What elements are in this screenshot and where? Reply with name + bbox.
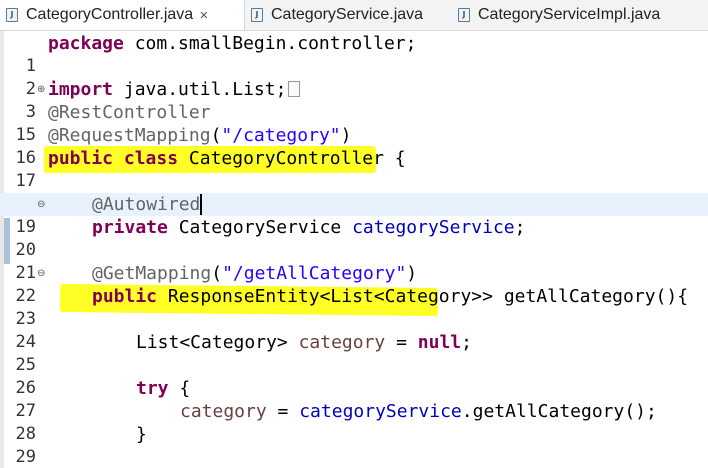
code-text: try { — [136, 377, 190, 400]
code-line[interactable]: 16 @RequestMapping("/category") — [0, 124, 708, 168]
editor-tab-bar: J CategoryController.java ✕ J CategorySe… — [0, 0, 708, 31]
minus-icon[interactable]: ⊖ — [37, 262, 47, 285]
code-text: @RestController — [48, 101, 211, 124]
code-text: @Autowired — [92, 193, 203, 216]
code-token: java.util.List; — [113, 79, 287, 100]
code-text: } — [136, 423, 147, 446]
code-line[interactable]: 24 — [0, 308, 708, 352]
code-token: ) — [340, 125, 352, 146]
local-variable: category — [180, 401, 267, 422]
code-token: ; — [461, 332, 472, 353]
code-token: } — [136, 424, 147, 445]
line-number: 29 — [15, 447, 36, 467]
code-line[interactable]: 23 public ResponseEntity<List<Category>>… — [0, 285, 708, 329]
keyword: package — [48, 33, 124, 54]
keyword: public — [92, 286, 158, 307]
code-token: ) — [406, 263, 418, 284]
field-name: categoryService — [352, 217, 515, 238]
string-literal: "/category" — [221, 125, 341, 146]
tab-label: CategoryController.java — [26, 6, 194, 23]
code-token: ( — [211, 263, 223, 284]
plus-icon[interactable]: ⊕ — [37, 78, 47, 101]
java-file-icon: J — [6, 8, 18, 22]
annotation: @RequestMapping — [48, 125, 211, 146]
keyword: public — [48, 148, 114, 169]
code-line[interactable]: 2 — [0, 55, 708, 99]
code-area[interactable]: 1 package com.smallBegin.controller; 2 3… — [0, 32, 708, 467]
code-text: private CategoryService categoryService; — [92, 216, 526, 239]
annotation: Autowired — [102, 194, 203, 215]
java-file-icon: J — [251, 8, 263, 22]
code-token: com.smallBegin.controller; — [123, 33, 417, 54]
tab-label: CategoryService.java — [271, 6, 424, 23]
string-literal: "/getAllCategory" — [222, 263, 407, 284]
code-text: import java.util.List; — [48, 78, 301, 101]
code-token: { — [168, 378, 191, 399]
code-line[interactable]: 22 ⊖ @GetMapping("/getAllCategory") — [0, 262, 708, 306]
code-token: ( — [210, 125, 222, 146]
keyword: class — [123, 148, 179, 169]
local-variable: category — [298, 332, 386, 353]
java-editor[interactable]: J CategoryController.java ✕ J CategorySe… — [0, 0, 708, 468]
tab-label: CategoryServiceImpl.java — [478, 6, 661, 23]
code-text: public class CategoryController { — [48, 147, 406, 170]
code-line[interactable]: 1 package com.smallBegin.controller; — [0, 32, 708, 76]
code-token: ResponseEntity<List<Category>> getAllCat… — [157, 286, 689, 307]
keyword: private — [92, 217, 168, 238]
code-line[interactable]: 20 private CategoryService categoryServi… — [0, 216, 708, 260]
code-line-current[interactable]: 19 ⊖ @Autowired — [0, 193, 708, 237]
tab-category-service-impl[interactable]: J CategoryServiceImpl.java — [452, 0, 708, 30]
field-name: categoryService — [299, 401, 462, 422]
code-line[interactable]: 15 @RestController — [0, 101, 708, 145]
code-text: @GetMapping("/getAllCategory") — [92, 262, 417, 285]
tab-category-controller[interactable]: J CategoryController.java ✕ — [0, 0, 245, 30]
code-line[interactable]: 25 List<Category> category = null; — [0, 331, 708, 375]
code-token: CategoryService — [167, 217, 353, 238]
code-text: @RequestMapping("/category") — [48, 124, 351, 147]
keyword: null — [417, 332, 462, 353]
code-line[interactable]: 27 try { — [0, 377, 708, 421]
code-line[interactable]: 17 public class CategoryController { — [0, 147, 708, 191]
code-token: ; — [514, 217, 526, 238]
code-line[interactable]: 3 ⊕ import java.util.List; — [0, 78, 708, 122]
folded-imports-box[interactable] — [288, 81, 301, 97]
code-text: category = categoryService.getAllCategor… — [180, 400, 657, 423]
annotation: @GetMapping — [92, 263, 212, 284]
code-token: .getAllCategory(); — [461, 401, 657, 422]
code-token: CategoryController { — [178, 148, 406, 169]
code-line[interactable]: 18 — [0, 170, 708, 214]
code-token: List<Category> — [136, 332, 299, 353]
code-line[interactable]: 21 — [0, 239, 708, 283]
tab-category-service[interactable]: J CategoryService.java — [245, 0, 445, 30]
code-text: List<Category> category = null; — [136, 331, 472, 354]
java-file-icon: J — [458, 8, 470, 22]
annotation: @RestController — [48, 102, 211, 123]
code-token: = — [266, 401, 300, 422]
minus-icon[interactable]: ⊖ — [37, 193, 47, 216]
code-token: = — [385, 332, 418, 353]
code-text: public ResponseEntity<List<Category>> ge… — [92, 285, 688, 308]
keyword: try — [136, 378, 169, 399]
annotation: @ — [92, 194, 103, 215]
code-line[interactable]: 26 — [0, 354, 708, 398]
close-icon[interactable]: ✕ — [199, 9, 208, 22]
code-line[interactable]: 28 category = categoryService.getAllCate… — [0, 400, 708, 444]
code-line[interactable]: 29 } — [0, 423, 708, 467]
code-text: package com.smallBegin.controller; — [48, 32, 416, 55]
keyword: import — [48, 79, 114, 100]
